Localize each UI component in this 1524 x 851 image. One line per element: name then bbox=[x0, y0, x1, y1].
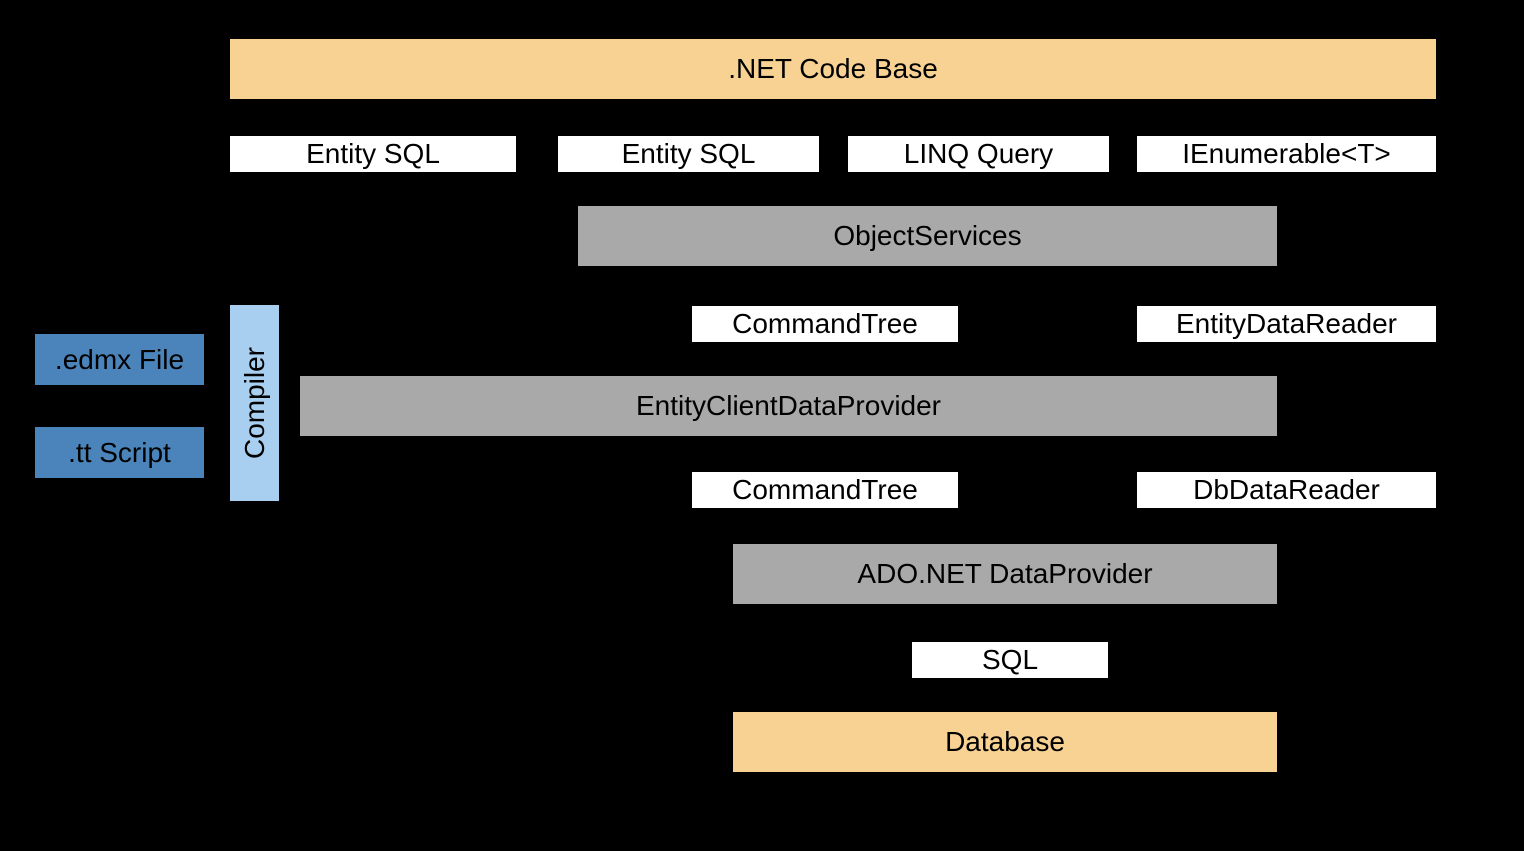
ado-net-dataprovider-layer: ADO.NET DataProvider bbox=[731, 542, 1279, 606]
entity-sql-right: Entity SQL bbox=[556, 134, 821, 174]
net-code-base-layer: .NET Code Base bbox=[228, 37, 1438, 101]
entity-client-data-provider-layer: EntityClientDataProvider bbox=[298, 374, 1279, 438]
command-tree-b-label: CommandTree bbox=[732, 474, 918, 506]
edmx-file: .edmx File bbox=[33, 332, 206, 387]
compiler-label: Compiler bbox=[239, 347, 271, 459]
compiler-box: Compiler bbox=[228, 303, 281, 503]
db-data-reader: DbDataReader bbox=[1135, 470, 1438, 510]
ienumerable-t: IEnumerable<T> bbox=[1135, 134, 1438, 174]
linq-query: LINQ Query bbox=[846, 134, 1111, 174]
entity-sql-left-label: Entity SQL bbox=[306, 138, 440, 170]
linq-query-label: LINQ Query bbox=[904, 138, 1053, 170]
entity-data-reader: EntityDataReader bbox=[1135, 304, 1438, 344]
sql-box: SQL bbox=[910, 640, 1110, 680]
ienumerable-t-label: IEnumerable<T> bbox=[1182, 138, 1391, 170]
database-layer: Database bbox=[731, 710, 1279, 774]
entity-sql-right-label: Entity SQL bbox=[622, 138, 756, 170]
entity-sql-left: Entity SQL bbox=[228, 134, 518, 174]
edmx-file-label: .edmx File bbox=[55, 344, 184, 376]
entity-data-reader-label: EntityDataReader bbox=[1176, 308, 1397, 340]
sql-label: SQL bbox=[982, 644, 1038, 676]
db-data-reader-label: DbDataReader bbox=[1193, 474, 1380, 506]
command-tree-a: CommandTree bbox=[690, 304, 960, 344]
tt-script: .tt Script bbox=[33, 425, 206, 480]
object-services-layer: ObjectServices bbox=[576, 204, 1279, 268]
entity-client-data-provider-label: EntityClientDataProvider bbox=[636, 390, 941, 422]
command-tree-b: CommandTree bbox=[690, 470, 960, 510]
net-code-base-label: .NET Code Base bbox=[728, 53, 938, 85]
ado-net-dataprovider-label: ADO.NET DataProvider bbox=[857, 558, 1152, 590]
object-services-label: ObjectServices bbox=[833, 220, 1021, 252]
command-tree-a-label: CommandTree bbox=[732, 308, 918, 340]
tt-script-label: .tt Script bbox=[68, 437, 171, 469]
database-label: Database bbox=[945, 726, 1065, 758]
